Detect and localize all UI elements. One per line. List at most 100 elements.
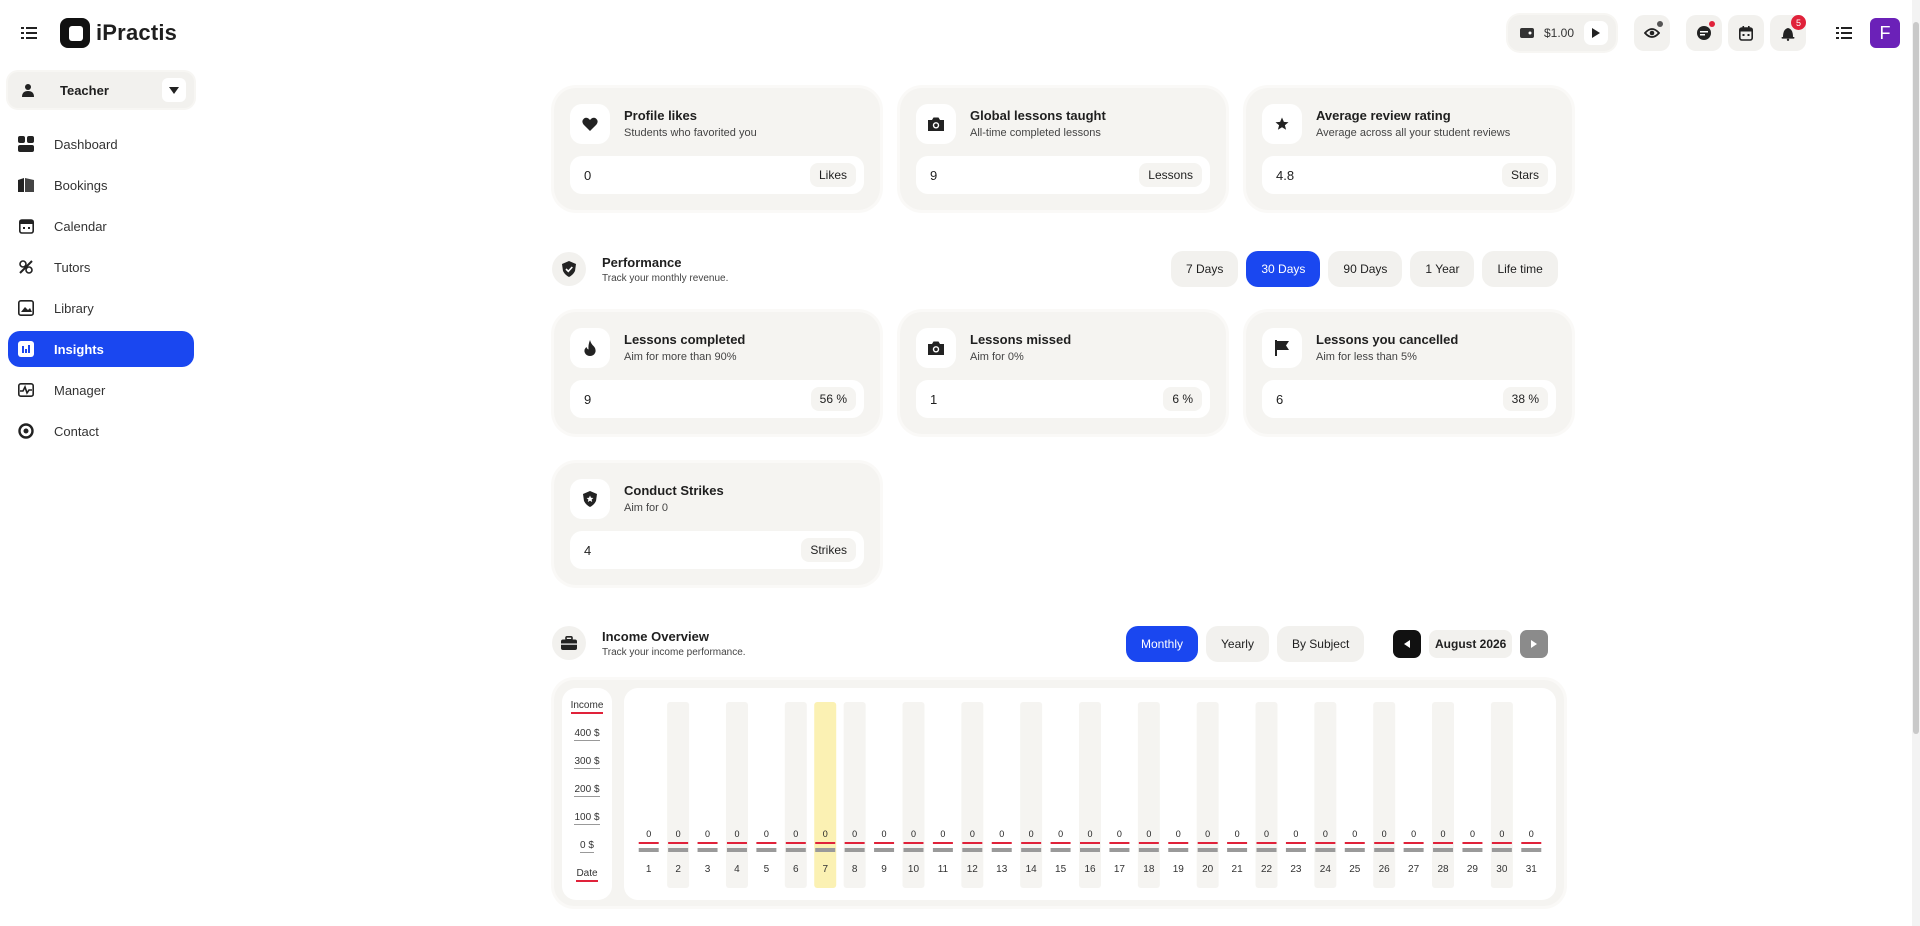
range-life-time[interactable]: Life time [1482,251,1558,287]
income-bar[interactable] [991,848,1012,852]
wallet-icon [1519,28,1534,38]
section-subtitle: Track your monthly revenue. [602,272,729,284]
income-bar[interactable] [815,848,836,852]
user-icon [22,84,34,97]
section-title: Income Overview [602,628,709,644]
x-tick-label: 14 [1026,864,1038,875]
role-selector[interactable]: Teacher [8,72,194,108]
income-bar[interactable] [1403,848,1424,852]
sidebar-toggle-button[interactable] [12,18,46,48]
bar-value-label: 0 [1264,829,1269,839]
income-bar[interactable] [962,848,983,852]
messages-button[interactable] [1686,15,1722,51]
sidebar-item-insights[interactable]: Insights [8,331,194,367]
bar-track [1079,702,1101,888]
bar-value-label: 0 [1205,829,1210,839]
income-view-tabs: Monthly Yearly By Subject [1126,626,1365,662]
eye-icon [1644,28,1660,38]
scrollbar-thumb[interactable] [1913,22,1919,734]
range-7-days[interactable]: 7 Days [1171,251,1239,287]
lessons-cancelled-card: Lessons you cancelled Aim for less than 5… [1246,312,1572,434]
sidebar-item-library[interactable]: Library [8,290,194,326]
income-bar[interactable] [1080,848,1100,852]
y-axis-title: Income [562,700,612,714]
income-bar[interactable] [1491,848,1512,852]
income-bar[interactable] [874,848,895,852]
app-logo[interactable]: iPractis [60,18,177,48]
income-bar[interactable] [1374,848,1395,852]
visibility-button[interactable] [1634,15,1670,51]
bar-value-label: 0 [646,829,651,839]
income-bar[interactable] [1433,848,1454,852]
income-bar[interactable] [1109,848,1130,852]
user-avatar[interactable]: F [1870,18,1900,48]
month-navigation: August 2026 [1393,630,1549,658]
sidebar-item-dashboard[interactable]: Dashboard [8,126,194,162]
income-bar[interactable] [1197,848,1218,852]
chevron-right-icon [1531,640,1538,648]
income-bar[interactable] [1344,848,1365,852]
income-bar[interactable] [638,848,659,852]
income-bar[interactable] [1021,848,1042,852]
bar-track [1490,702,1513,888]
income-bar[interactable] [1050,848,1071,852]
bar-baseline [668,842,689,844]
page-scrollbar[interactable] [1912,0,1920,926]
income-bar[interactable] [844,848,865,852]
calendar-button[interactable] [1728,15,1764,51]
bar-baseline [903,842,924,844]
x-tick-label: 18 [1143,864,1155,875]
income-bar[interactable] [1256,848,1277,852]
wallet-play-button[interactable] [1584,21,1608,45]
sidebar-item-contact[interactable]: Contact [8,413,194,449]
tab-yearly[interactable]: Yearly [1206,626,1269,662]
x-tick-label: 29 [1467,864,1479,875]
card-unit: 38 % [1502,387,1548,411]
sidebar-nav: Dashboard Bookings Calendar Tutors Libra… [8,126,194,454]
calendar-icon [16,216,36,236]
card-subtitle: Average across all your student reviews [1316,127,1511,139]
sidebar-item-bookings[interactable]: Bookings [8,167,194,203]
income-bar[interactable] [1521,848,1542,852]
card-subtitle: All-time completed lessons [970,127,1101,139]
sidebar-item-manager[interactable]: Manager [8,372,194,408]
x-tick-label: 15 [1055,864,1067,875]
income-bar[interactable] [932,848,953,852]
income-bar[interactable] [1168,848,1189,852]
bar-value-label: 0 [1411,829,1416,839]
income-bar[interactable] [1462,848,1483,852]
bar-value-label: 0 [764,829,769,839]
bar-value-label: 0 [882,829,887,839]
range-30-days[interactable]: 30 Days [1246,251,1321,287]
heart-icon [570,104,610,144]
next-month-button[interactable] [1520,630,1549,658]
card-title: Lessons you cancelled [1316,332,1459,347]
range-90-days[interactable]: 90 Days [1328,251,1403,287]
income-bar[interactable] [726,848,747,852]
income-bar[interactable] [697,848,718,852]
x-tick-label: 31 [1526,864,1538,875]
income-bar[interactable] [1285,848,1306,852]
x-tick-label: 28 [1437,864,1449,875]
income-bar[interactable] [785,848,806,852]
sidebar-item-calendar[interactable]: Calendar [8,208,194,244]
sidebar-item-label: Manager [54,382,106,398]
x-tick-label: 23 [1290,864,1302,875]
income-bar[interactable] [1138,848,1159,852]
card-value: 4.8 [1276,167,1295,183]
view-list-button[interactable] [1826,15,1862,51]
tab-by-subject[interactable]: By Subject [1276,626,1365,662]
tab-monthly[interactable]: Monthly [1126,626,1199,662]
card-value-row: 4.8 Stars [1262,156,1556,194]
dashboard-icon [16,134,36,154]
notifications-button[interactable]: 5 [1770,15,1806,51]
income-bar[interactable] [903,848,924,852]
previous-month-button[interactable] [1393,630,1421,658]
sidebar-item-tutors[interactable]: Tutors [8,249,194,285]
wallet-widget[interactable]: $1.00 [1507,15,1616,51]
income-bar[interactable] [668,848,689,852]
income-bar[interactable] [1227,848,1248,852]
income-bar[interactable] [1315,848,1336,852]
range-1-year[interactable]: 1 Year [1410,251,1475,287]
income-bar[interactable] [756,848,777,852]
